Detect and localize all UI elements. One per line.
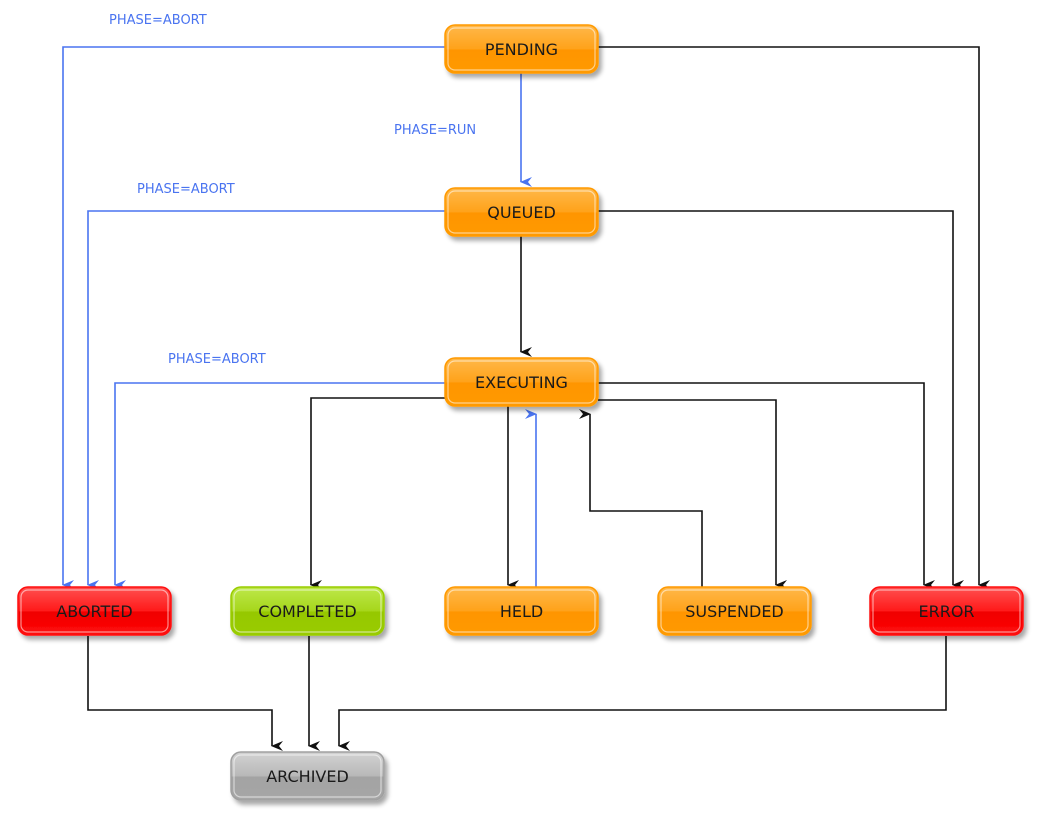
edge-suspended-executing	[579, 409, 703, 587]
edge-label-executing-aborted: PHASE=ABORT	[168, 352, 266, 367]
node-label-suspended: SUSPENDED	[685, 602, 784, 621]
node-error: ERROR	[869, 586, 1024, 636]
edge-label-queued-aborted: PHASE=ABORT	[137, 182, 235, 197]
edge-executing-completed	[310, 397, 445, 590]
node-completed: COMPLETED	[230, 586, 385, 636]
edge-pending-error	[598, 46, 990, 590]
edge-executing-suspended	[598, 399, 787, 590]
node-aborted: ABORTED	[17, 586, 172, 636]
node-queued: QUEUED	[444, 187, 599, 237]
node-archived: ARCHIVED	[230, 751, 385, 801]
node-label-executing: EXECUTING	[475, 373, 568, 392]
edge-aborted-archived	[87, 636, 283, 751]
edge-error-archived	[338, 636, 947, 751]
node-label-pending: PENDING	[485, 40, 558, 59]
node-label-held: HELD	[500, 602, 543, 621]
edge-executing-aborted	[114, 382, 445, 590]
node-label-queued: QUEUED	[487, 203, 556, 222]
uws-state-diagram: PHASE=ABORT PHASE=RUN PHASE=ABORT PHASE=…	[17, 13, 1024, 801]
node-held: HELD	[444, 586, 599, 636]
node-suspended: SUSPENDED	[657, 586, 812, 636]
node-label-archived: ARCHIVED	[266, 767, 349, 786]
edge-pending-aborted	[62, 46, 445, 590]
node-label-error: ERROR	[918, 602, 974, 621]
edge-label-pending-aborted: PHASE=ABORT	[109, 13, 207, 28]
node-executing: EXECUTING	[444, 357, 599, 407]
edge-executing-error	[598, 382, 935, 590]
node-label-aborted: ABORTED	[56, 602, 132, 621]
edge-label-pending-queued: PHASE=RUN	[394, 123, 476, 138]
node-pending: PENDING	[444, 24, 599, 74]
node-label-completed: COMPLETED	[258, 602, 356, 621]
